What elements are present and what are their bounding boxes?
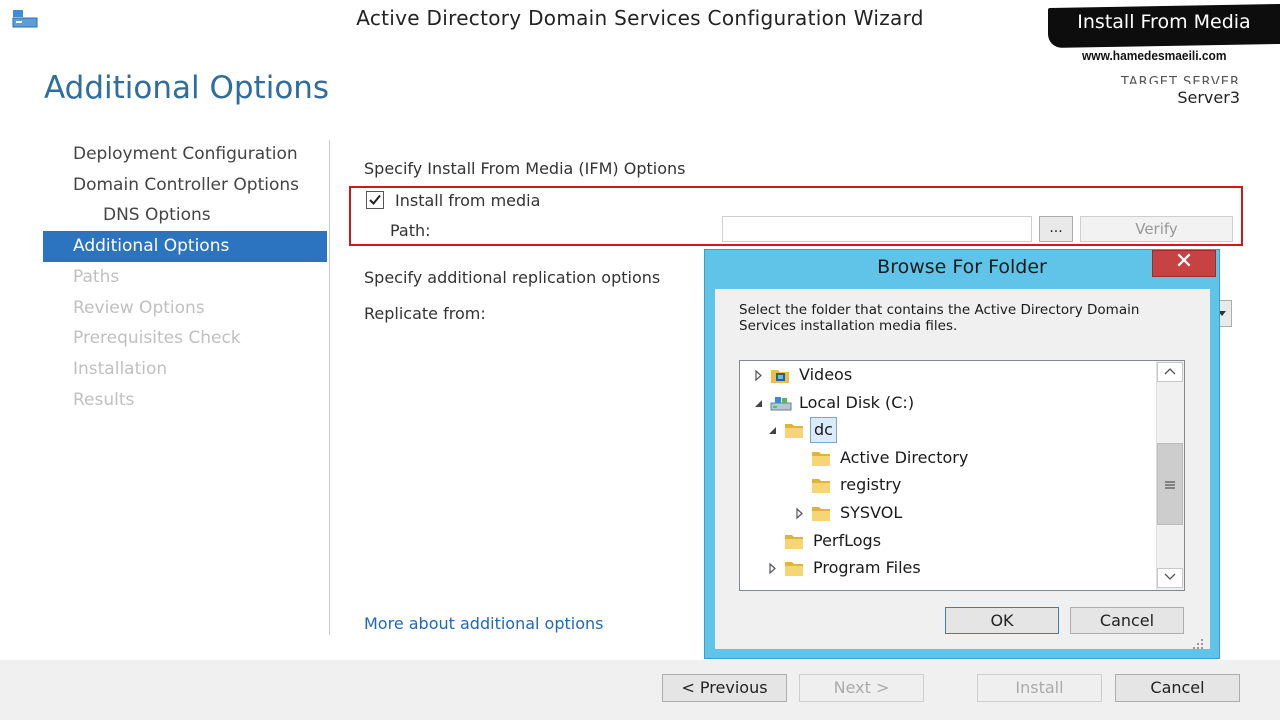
tree-item-label: registry xyxy=(840,475,902,495)
tree-item-label: Videos xyxy=(799,365,853,384)
path-input[interactable] xyxy=(722,216,1032,242)
tree-item-active-directory[interactable]: Active Directory xyxy=(740,445,1154,471)
nav-item-results: Results xyxy=(73,389,135,410)
checkmark-icon xyxy=(369,194,381,205)
dialog-ok-button[interactable]: OK xyxy=(945,607,1059,634)
folder-icon xyxy=(784,421,804,439)
verify-button[interactable]: Verify xyxy=(1080,216,1233,242)
browse-button[interactable]: ... xyxy=(1039,216,1073,242)
chevron-down-icon xyxy=(1164,573,1176,580)
close-icon: ✕ xyxy=(1174,249,1194,274)
dialog-title: Browse For Folder xyxy=(877,256,1047,278)
path-label: Path: xyxy=(390,221,431,240)
replication-heading: Specify additional replication options xyxy=(364,268,661,287)
tree-item-label: PerfLogs xyxy=(813,530,882,550)
nav-item-additional-options[interactable]: Additional Options xyxy=(43,231,327,263)
scroll-up-button[interactable] xyxy=(1157,362,1183,382)
more-about-options-link[interactable]: More about additional options xyxy=(364,614,603,633)
scroll-thumb[interactable] xyxy=(1157,443,1183,525)
tree-item-label: Local Disk (C:) xyxy=(799,392,915,412)
local-disk-icon xyxy=(770,394,792,411)
tree-item-registry[interactable]: registry xyxy=(740,472,1154,498)
install-from-media-checkbox[interactable] xyxy=(366,191,384,209)
nav-item-dns-options[interactable]: DNS Options xyxy=(43,200,327,231)
tree-item-label: SYSVOL xyxy=(840,503,903,522)
grip-icon xyxy=(1165,481,1175,489)
tree-item-perflogs[interactable]: PerfLogs xyxy=(740,528,1154,554)
nav-item-prerequisites-check: Prerequisites Check xyxy=(73,328,241,349)
folder-icon xyxy=(811,504,831,521)
target-server-name: Server3 xyxy=(1177,88,1240,107)
ifm-heading: Specify Install From Media (IFM) Options xyxy=(364,159,686,178)
scroll-down-button[interactable] xyxy=(1157,568,1183,588)
next-button[interactable]: Next > xyxy=(799,674,924,702)
nav-item-review-options: Review Options xyxy=(73,297,205,318)
replicate-from-label: Replicate from: xyxy=(364,304,486,323)
folder-icon xyxy=(784,532,804,549)
nav-item-installation: Installation xyxy=(73,358,168,379)
nav-item-paths: Paths xyxy=(73,266,120,287)
folder-tree[interactable]: Videos Local Disk (C:) dc Active Directory r… xyxy=(739,360,1185,591)
tree-item-program-files[interactable]: Program Files xyxy=(740,555,1154,581)
nav-divider xyxy=(329,140,330,635)
folder-icon xyxy=(811,476,831,494)
watermark-url: www.hamedesmaeili.com xyxy=(1082,48,1227,63)
dialog-close-button[interactable]: ✕ xyxy=(1152,249,1216,277)
dialog-cancel-button[interactable]: Cancel xyxy=(1070,607,1184,634)
target-server-label: TARGET SERVER xyxy=(1120,75,1240,84)
tree-item-label: dc xyxy=(810,417,837,444)
install-button[interactable]: Install xyxy=(977,674,1102,702)
install-from-media-label[interactable]: Install from media xyxy=(395,191,540,210)
page-title: Additional Options xyxy=(44,70,330,106)
tree-item-dc[interactable]: dc xyxy=(740,417,1154,444)
cancel-button[interactable]: Cancel xyxy=(1115,674,1240,702)
nav-item-domain-controller-options[interactable]: Domain Controller Options xyxy=(43,170,327,201)
folder-icon xyxy=(811,449,831,466)
tree-collapsed-icon[interactable] xyxy=(768,555,780,590)
previous-button[interactable]: < Previous xyxy=(662,674,787,702)
tree-item-label: Program Files xyxy=(813,558,921,578)
nav-item-deployment-configuration[interactable]: Deployment Configuration xyxy=(43,139,327,170)
videos-folder-icon xyxy=(770,366,790,383)
dialog-instruction: Select the folder that contains the Acti… xyxy=(739,302,1140,334)
tree-item-local-disk-c-[interactable]: Local Disk (C:) xyxy=(740,390,1154,416)
folder-icon xyxy=(784,559,804,577)
resize-grip-icon[interactable] xyxy=(1190,636,1206,652)
tree-item-sysvol[interactable]: SYSVOL xyxy=(740,500,1154,526)
tree-item-label: Active Directory xyxy=(840,447,969,467)
tree-item-videos[interactable]: Videos xyxy=(740,362,1154,388)
chevron-up-icon xyxy=(1164,368,1176,375)
watermark-banner-text: Install From Media xyxy=(1077,11,1251,33)
